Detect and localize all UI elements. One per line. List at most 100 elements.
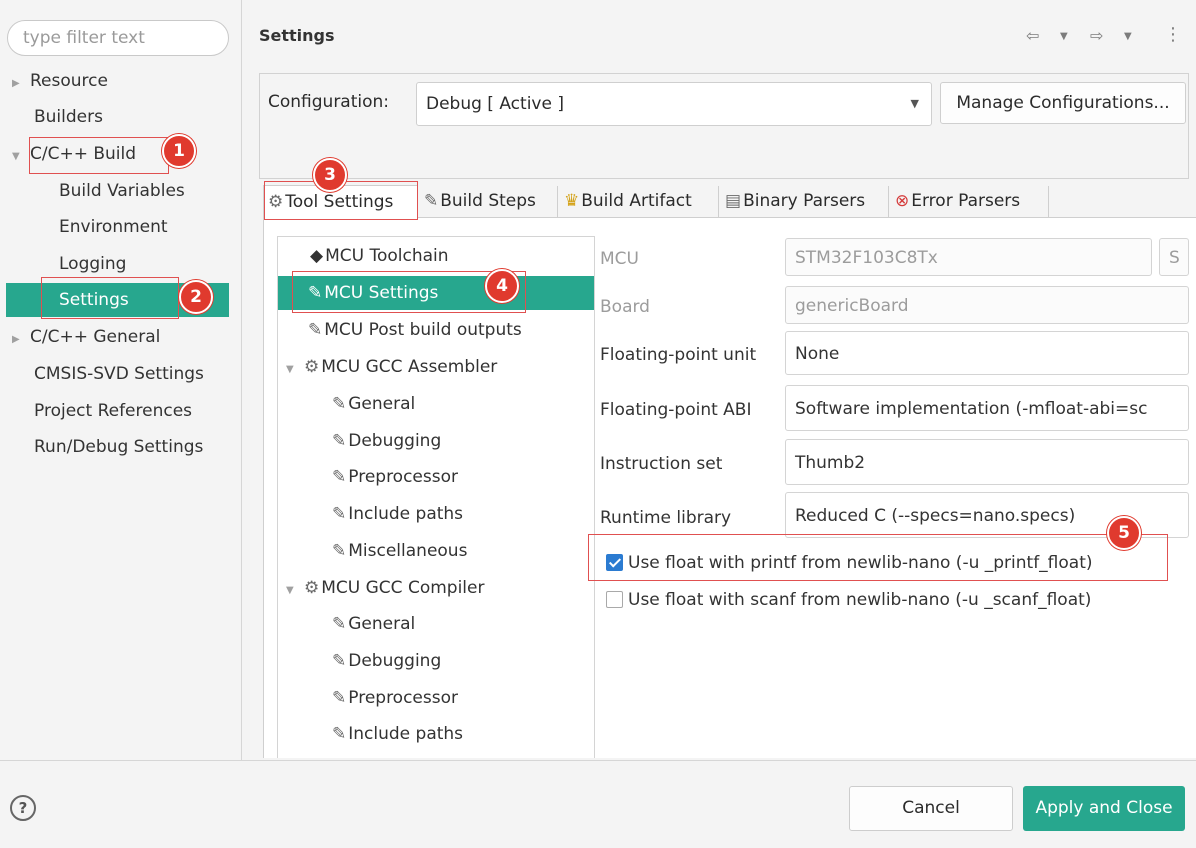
manage-configurations-button[interactable]: Manage Configurations... [940, 82, 1186, 124]
dropdown-arrow-icon[interactable]: ▼ [911, 83, 919, 125]
collapse-icon[interactable]: ▼ [286, 353, 304, 387]
tree-item-asm-miscellaneous[interactable]: ✎ Miscellaneous [332, 534, 467, 568]
runtime-library-label: Runtime library [600, 508, 732, 528]
nav-label: Build Variables [59, 181, 185, 201]
nav-item-project-references[interactable]: Project References [34, 394, 192, 428]
tab-separator [718, 186, 719, 217]
trophy-icon: ♛ [564, 191, 580, 211]
settings-page-icon: ✎ [332, 688, 347, 708]
scanf-float-option[interactable]: Use float with scanf from newlib-nano (-… [606, 590, 1091, 610]
fp-abi-select[interactable]: Software implementation (-mfloat-abi=sc [785, 385, 1189, 431]
settings-page-icon: ✎ [332, 504, 347, 524]
tree-label: Include paths [348, 724, 464, 744]
tree-label: General [348, 614, 416, 634]
tab-label: Build Artifact [581, 191, 692, 211]
tree-item-mcu-toolchain[interactable]: ◆ MCU Toolchain [310, 239, 449, 273]
tree-label: Preprocessor [348, 467, 458, 487]
settings-page-icon: ✎ [332, 394, 347, 414]
nav-item-run-debug[interactable]: Run/Debug Settings [34, 430, 203, 464]
forward-arrow-icon[interactable]: ⇨ [1090, 26, 1103, 45]
tree-label: Debugging [348, 431, 442, 451]
back-arrow-icon[interactable]: ⇦ [1026, 26, 1039, 45]
configuration-value: Debug [ Active ] [426, 94, 564, 114]
configuration-label: Configuration: [268, 92, 390, 112]
tab-label: Error Parsers [911, 191, 1021, 211]
tree-item-mcu-post-build[interactable]: ✎ MCU Post build outputs [308, 313, 522, 347]
tree-label: MCU GCC Compiler [321, 578, 485, 598]
settings-page-icon: ✎ [332, 431, 347, 451]
tool-icon: ⚙ [304, 578, 320, 598]
nav-item-cmsis-svd[interactable]: CMSIS-SVD Settings [34, 357, 204, 391]
annotation-badge-2: 2 [179, 280, 213, 314]
tree-item-asm-debugging[interactable]: ✎ Debugging [332, 424, 441, 458]
tree-label: General [348, 394, 416, 414]
scanf-float-label: Use float with scanf from newlib-nano (-… [628, 590, 1092, 610]
annotation-badge-4: 4 [485, 269, 519, 303]
page-title: Settings [259, 26, 335, 45]
tree-item-cc-include-paths[interactable]: ✎ Include paths [332, 717, 463, 751]
nav-label: C/C++ General [30, 327, 161, 347]
nav-item-resource[interactable]: ▶ Resource [12, 64, 108, 98]
tree-item-asm-preprocessor[interactable]: ✎ Preprocessor [332, 460, 458, 494]
tab-label: Build Steps [440, 191, 536, 211]
expand-icon[interactable]: ▶ [12, 67, 30, 101]
tree-label: Preprocessor [348, 688, 458, 708]
tool-settings-tree: ◆ MCU Toolchain ✎ MCU Settings ✎ MCU Post b… [277, 236, 595, 758]
annotation-box-1 [29, 137, 169, 174]
tree-item-cc-preprocessor[interactable]: ✎ Preprocessor [332, 681, 458, 715]
tab-separator [557, 186, 558, 217]
expand-icon[interactable]: ▶ [12, 323, 30, 357]
tab-label: Binary Parsers [743, 191, 866, 211]
tab-build-artifact[interactable]: ♛ Build Artifact [560, 185, 717, 218]
apply-and-close-button[interactable]: Apply and Close [1023, 786, 1185, 831]
tab-build-steps[interactable]: ✎ Build Steps [420, 185, 556, 218]
nav-item-logging[interactable]: Logging [59, 247, 126, 281]
tree-item-cc-general[interactable]: ✎ General [332, 607, 415, 641]
nav-item-cpp-general[interactable]: ▶ C/C++ General [12, 320, 160, 354]
nav-item-environment[interactable]: Environment [59, 210, 168, 244]
tab-error-parsers[interactable]: ⊗ Error Parsers [891, 185, 1047, 218]
nav-item-builders[interactable]: Builders [34, 100, 103, 134]
help-icon[interactable]: ? [10, 795, 36, 821]
tree-item-asm-include-paths[interactable]: ✎ Include paths [332, 497, 463, 531]
binary-file-icon: ▤ [725, 191, 742, 211]
tree-item-cc-debugging[interactable]: ✎ Debugging [332, 644, 441, 678]
mcu-select-button: S [1159, 238, 1189, 276]
mcu-label: MCU [600, 249, 639, 269]
forward-menu-chevron-icon[interactable]: ▼ [1124, 31, 1132, 42]
settings-page-icon: ✎ [308, 320, 323, 340]
nav-label: Builders [34, 107, 103, 127]
tree-label: Include paths [348, 504, 464, 524]
cancel-button[interactable]: Cancel [849, 786, 1013, 831]
tree-item-mcu-gcc-assembler[interactable]: ▼ ⚙ MCU GCC Assembler [286, 350, 497, 384]
tab-binary-parsers[interactable]: ▤ Binary Parsers [721, 185, 887, 218]
fpu-label: Floating-point unit [600, 345, 757, 365]
collapse-icon[interactable]: ▼ [286, 574, 304, 608]
tree-item-mcu-gcc-compiler[interactable]: ▼ ⚙ MCU GCC Compiler [286, 571, 484, 605]
tool-icon: ⚙ [304, 357, 320, 377]
annotation-box-2 [41, 277, 179, 319]
tree-label: Debugging [348, 651, 442, 671]
settings-page-icon: ✎ [332, 724, 347, 744]
nav-label: Project References [34, 401, 193, 421]
error-icon: ⊗ [895, 191, 910, 211]
instruction-set-select[interactable]: Thumb2 [785, 439, 1189, 485]
back-menu-chevron-icon[interactable]: ▼ [1060, 31, 1068, 42]
tab-separator [1048, 186, 1049, 217]
tree-label: MCU Toolchain [325, 246, 449, 266]
board-label: Board [600, 297, 650, 317]
scanf-float-checkbox[interactable] [606, 591, 623, 608]
fpu-select[interactable]: None [785, 331, 1189, 375]
view-menu-icon[interactable]: ⋮ [1164, 24, 1182, 45]
filter-input[interactable] [7, 20, 229, 56]
settings-page-icon: ✎ [332, 614, 347, 634]
collapse-icon[interactable]: ▼ [12, 140, 30, 174]
nav-label: Logging [59, 254, 127, 274]
tree-item-asm-general[interactable]: ✎ General [332, 387, 415, 421]
instruction-set-label: Instruction set [600, 454, 723, 474]
nav-item-build-variables[interactable]: Build Variables [59, 174, 185, 208]
nav-label: Environment [59, 217, 168, 237]
tree-label: Miscellaneous [348, 541, 468, 561]
tree-label: MCU Post build outputs [324, 320, 522, 340]
configuration-select[interactable]: Debug [ Active ] ▼ [416, 82, 932, 126]
